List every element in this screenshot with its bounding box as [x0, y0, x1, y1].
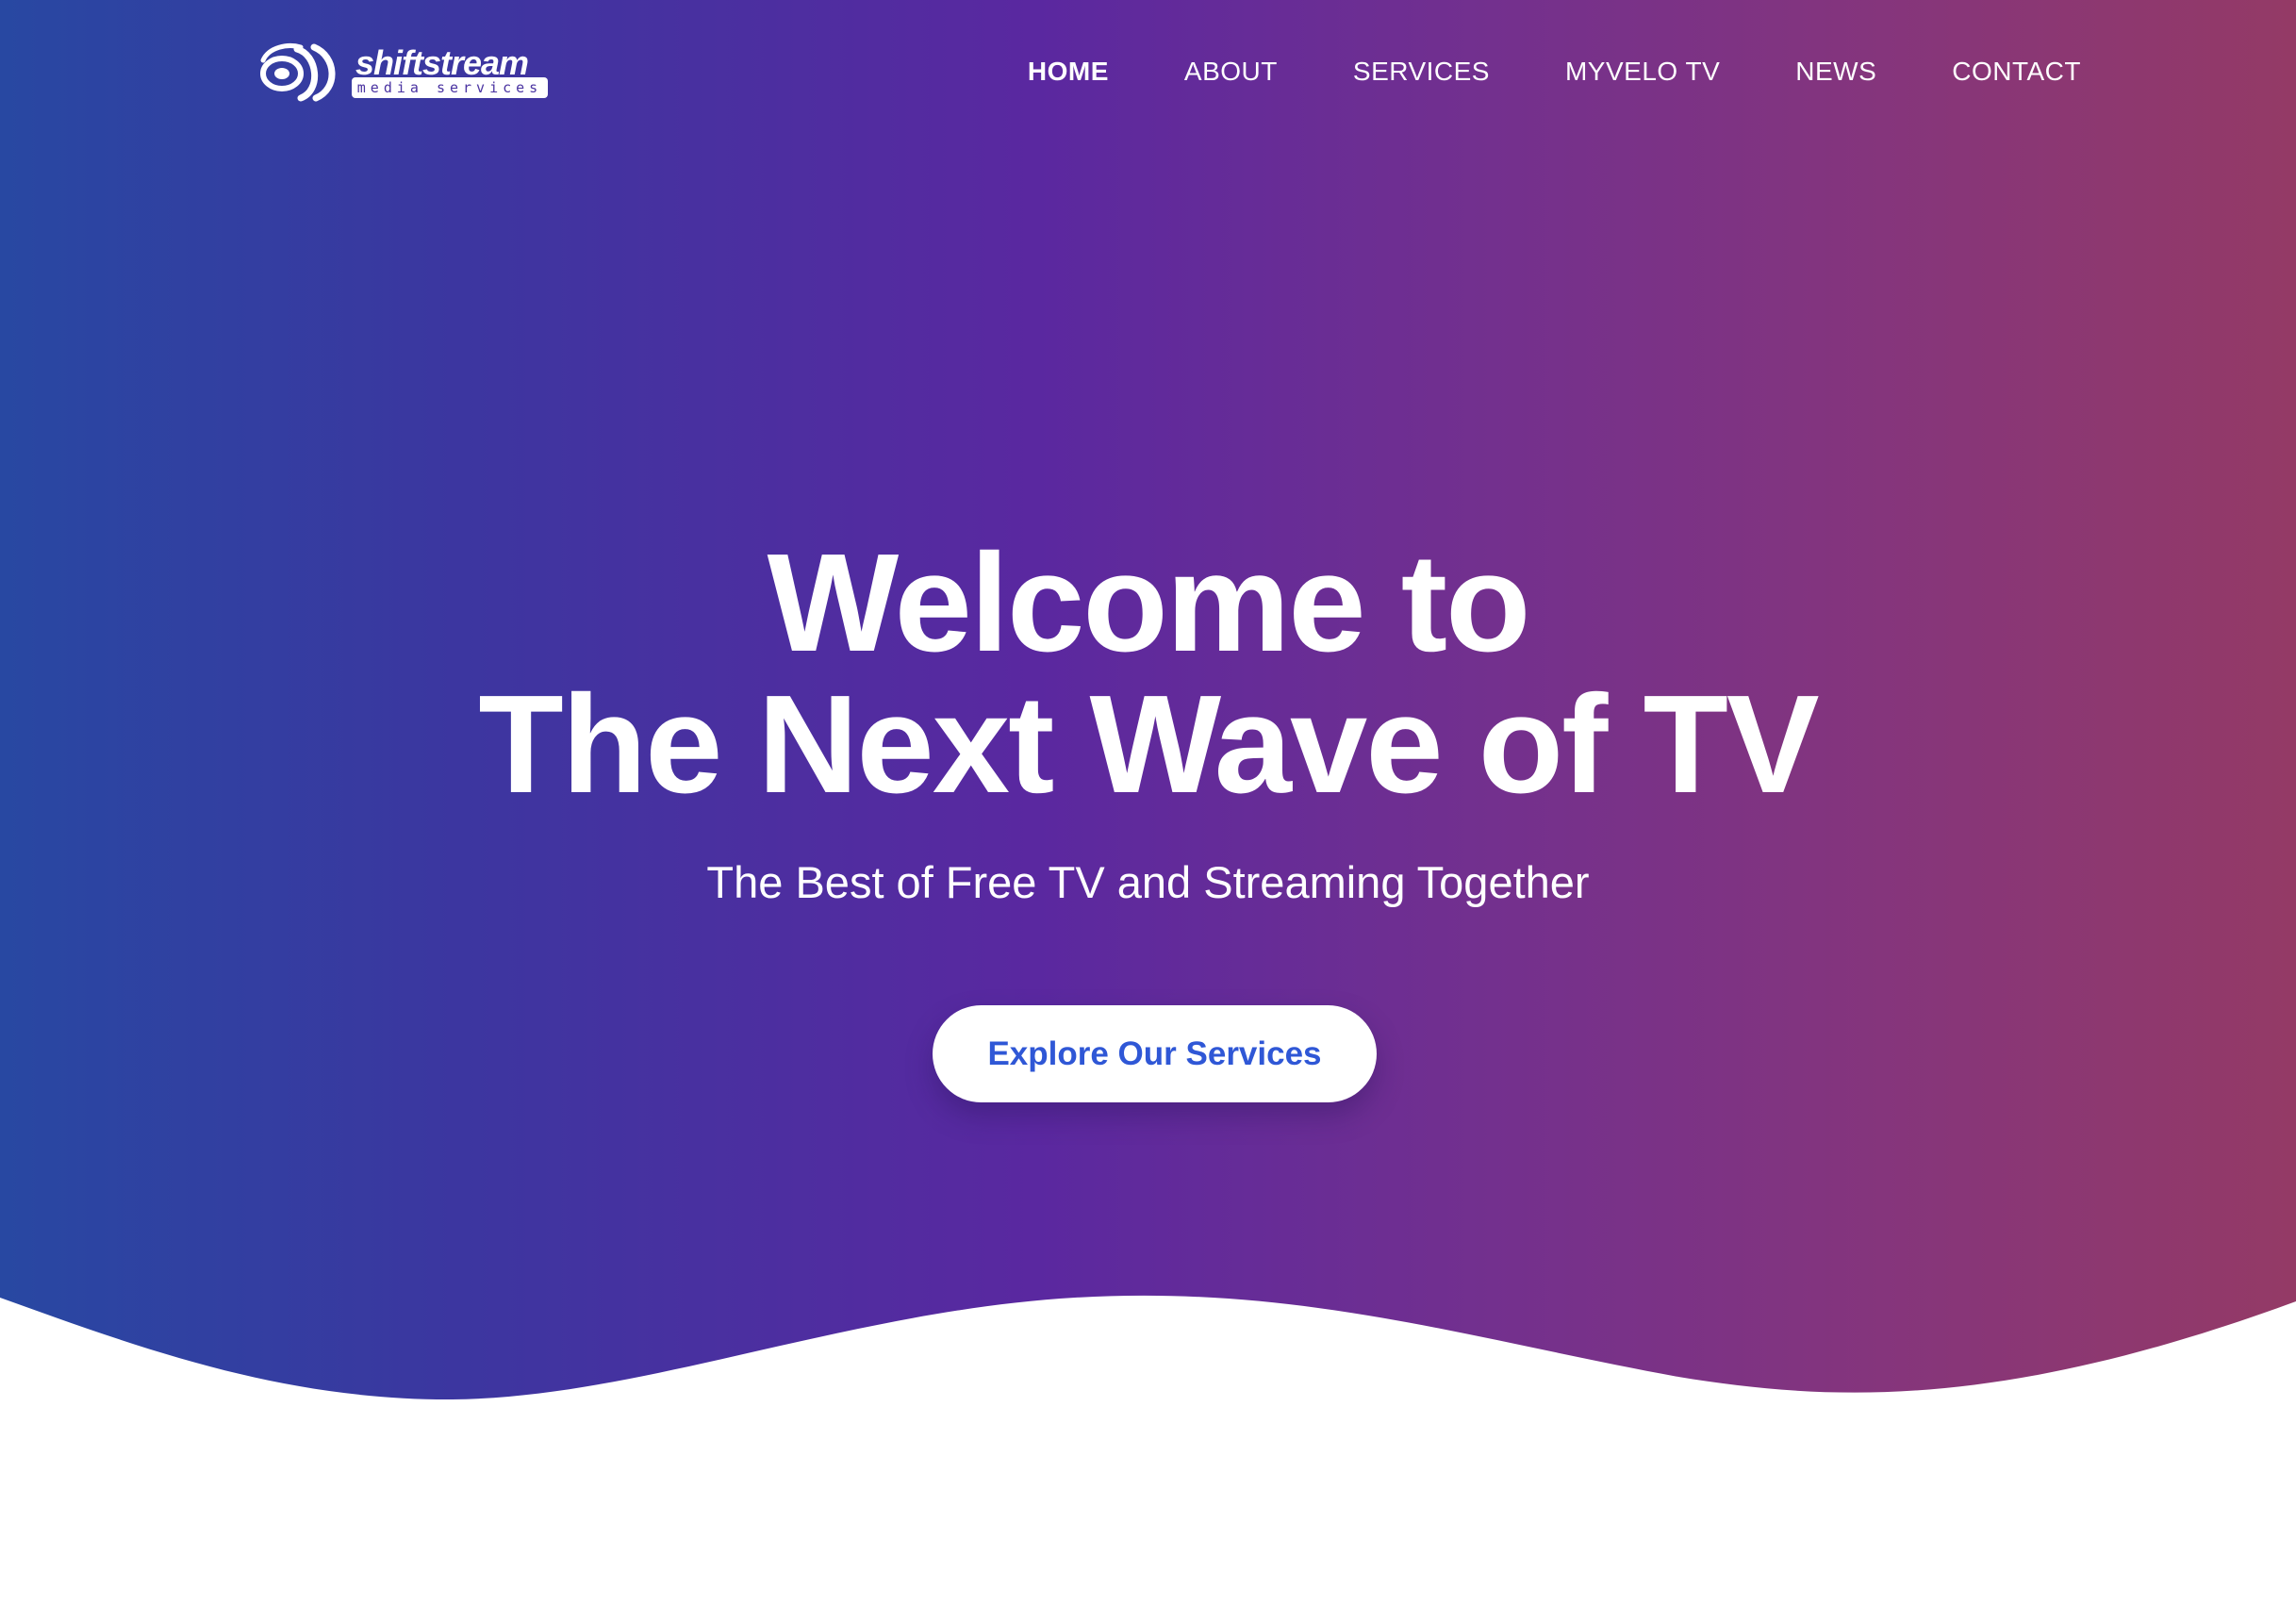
page: shiftstream media services HOME ABOUT SE… [0, 0, 2296, 1622]
nav-item-news[interactable]: NEWS [1795, 57, 1876, 87]
brand-logo[interactable]: shiftstream media services [259, 41, 561, 102]
nav-item-myvelo-tv[interactable]: MYVELO TV [1565, 57, 1720, 87]
wave-divider [0, 1295, 2296, 1622]
brand-tagline: media services [352, 77, 548, 98]
explore-services-button[interactable]: Explore Our Services [933, 1005, 1377, 1102]
nav-item-contact[interactable]: CONTACT [1952, 57, 2081, 87]
logo-text: shiftstream media services [352, 41, 550, 102]
hero-subtitle: The Best of Free TV and Streaming Togeth… [706, 857, 1590, 907]
headline-line-1: Welcome to [767, 525, 1531, 681]
nav-item-about[interactable]: ABOUT [1184, 57, 1278, 87]
nav-item-services[interactable]: SERVICES [1353, 57, 1490, 87]
nav-item-home[interactable]: HOME [1028, 57, 1109, 87]
main-nav: HOME ABOUT SERVICES MYVELO TV NEWS CONTA… [952, 49, 2081, 94]
hero-headline: Welcome to The Next Wave of TV [0, 533, 2296, 816]
stream-waves-icon [260, 43, 336, 102]
headline-line-2: The Next Wave of TV [478, 667, 1819, 822]
